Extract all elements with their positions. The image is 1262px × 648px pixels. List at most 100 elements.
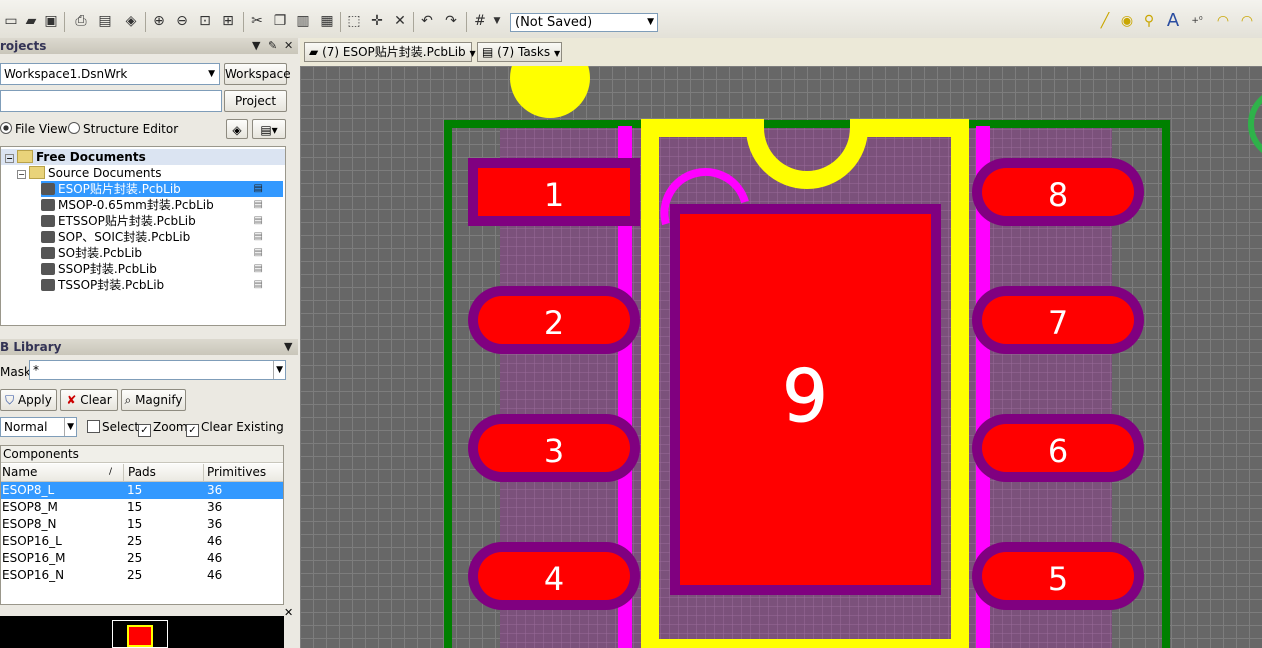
- document-icon: ▤: [253, 183, 263, 194]
- undo-icon[interactable]: ↶: [418, 12, 436, 30]
- save-icon[interactable]: ▣: [42, 12, 60, 30]
- status-combo[interactable]: (Not Saved) ▼: [510, 13, 658, 32]
- workspace-button[interactable]: Workspace: [224, 63, 291, 85]
- place-via-icon[interactable]: ⚲: [1140, 12, 1158, 30]
- chevron-down-icon[interactable]: ▼: [647, 14, 654, 31]
- tree-folder-label: Source Documents: [48, 166, 162, 180]
- table-row[interactable]: ESOP8_N 15 36: [1, 516, 283, 533]
- document-icon: ▤: [253, 215, 263, 226]
- chevron-down-icon[interactable]: ▼: [64, 418, 74, 436]
- center-pad-number: 9: [782, 354, 828, 438]
- grid-dropdown-icon[interactable]: ▼: [488, 12, 506, 30]
- clear-button[interactable]: ✘ Clear: [60, 389, 118, 411]
- panel-menu-icon[interactable]: ▼: [252, 38, 260, 54]
- cell-primitives: 46: [207, 568, 223, 582]
- rubber-stamp-icon[interactable]: ▦: [318, 12, 336, 30]
- chevron-down-icon[interactable]: ▼: [554, 49, 560, 58]
- viewer-frame: [112, 620, 168, 648]
- close-icon[interactable]: ✕: [284, 606, 293, 619]
- checkbox-unchecked-icon[interactable]: [87, 420, 100, 433]
- mode-select[interactable]: Normal ▼: [0, 417, 77, 437]
- tree-item-label: SO封装.PcbLib: [58, 246, 142, 260]
- deselect-icon[interactable]: ✕: [391, 12, 409, 30]
- paste-icon[interactable]: ▥: [294, 12, 312, 30]
- magnify-button[interactable]: ⌕ Magnify: [121, 389, 186, 411]
- zoom-fit-icon[interactable]: ⊞: [219, 12, 237, 30]
- pcb-canvas[interactable]: 9 1 2 3 4 8 7 6 5: [300, 66, 1262, 648]
- tree-item-label: MSOP-0.65mm封装.PcbLib: [58, 198, 214, 212]
- project-input[interactable]: [0, 90, 222, 112]
- table-row[interactable]: ESOP8_L 15 36: [1, 482, 283, 499]
- tree-item-label: ESOP贴片封装.PcbLib: [58, 182, 181, 196]
- grid-icon[interactable]: #: [471, 12, 489, 30]
- zoom-in-icon[interactable]: ⊕: [150, 12, 168, 30]
- collapse-icon[interactable]: −: [17, 170, 26, 179]
- column-header-name[interactable]: Name: [2, 464, 37, 481]
- select-checkbox[interactable]: Select: [87, 420, 139, 434]
- open-folder-icon[interactable]: ▰: [22, 12, 40, 30]
- column-header-pads[interactable]: Pads: [128, 464, 156, 481]
- file-view-radio[interactable]: File View: [0, 122, 67, 136]
- workspace-combo[interactable]: Workspace1.DsnWrk ▼: [0, 63, 220, 85]
- clear-existing-checkbox[interactable]: ✓ Clear Existing: [186, 420, 284, 437]
- tree-item-esop[interactable]: ESOP贴片封装.PcbLib ▤: [41, 181, 283, 197]
- status-combo-value: (Not Saved): [515, 15, 593, 30]
- radio-unchecked-icon[interactable]: [68, 122, 80, 134]
- apply-button-label: Apply: [17, 393, 52, 407]
- radio-checked-icon[interactable]: [0, 122, 12, 134]
- left-panel: rojects ▼ ✎ ✕ Workspace1.DsnWrk ▼ Worksp…: [0, 38, 301, 648]
- tree-item-sop-soic[interactable]: SOP、SOIC封装.PcbLib ▤: [41, 229, 283, 245]
- tree-item-msop[interactable]: MSOP-0.65mm封装.PcbLib ▤: [41, 197, 283, 213]
- tree-item-ssop[interactable]: SSOP封装.PcbLib ▤: [41, 261, 283, 277]
- panel-menu-icon[interactable]: ▼: [284, 339, 292, 355]
- structure-editor-radio[interactable]: Structure Editor: [68, 122, 178, 136]
- grid-column-headers: Name / Pads Primitives: [1, 464, 283, 482]
- checkbox-checked-icon[interactable]: ✓: [186, 424, 199, 437]
- project-button[interactable]: Project: [224, 90, 287, 112]
- table-row[interactable]: ESOP16_L 25 46: [1, 533, 283, 550]
- tree-item-tssop[interactable]: TSSOP封装.PcbLib ▤: [41, 277, 283, 293]
- print-preview-icon[interactable]: ▤: [96, 12, 114, 30]
- place-string-icon[interactable]: A: [1164, 12, 1182, 30]
- table-row[interactable]: ESOP16_M 25 46: [1, 550, 283, 567]
- copy-icon[interactable]: ❐: [271, 12, 289, 30]
- tree-item-so[interactable]: SO封装.PcbLib ▤: [41, 245, 283, 261]
- cut-icon[interactable]: ✂: [248, 12, 266, 30]
- arc-center-icon[interactable]: ◠: [1214, 12, 1232, 30]
- chevron-down-icon[interactable]: ▼: [470, 49, 476, 58]
- apply-button[interactable]: ⛉ Apply: [0, 389, 57, 411]
- chevron-down-icon[interactable]: ▼: [273, 361, 283, 379]
- table-row[interactable]: ESOP8_M 15 36: [1, 499, 283, 516]
- document-actions-button[interactable]: ▤▾: [252, 119, 286, 139]
- layers-icon[interactable]: ◈: [122, 12, 140, 30]
- pin-icon[interactable]: ✎: [268, 38, 277, 54]
- zoom-checkbox[interactable]: ✓ Zoom: [138, 420, 188, 437]
- clear-icon: ✘: [66, 393, 77, 407]
- column-header-primitives[interactable]: Primitives: [207, 464, 266, 481]
- tree-root-free-documents[interactable]: − Free Documents: [1, 149, 285, 165]
- tree-item-etssop[interactable]: ETSSOP贴片封装.PcbLib ▤: [41, 213, 283, 229]
- zoom-area-icon[interactable]: ⊡: [196, 12, 214, 30]
- close-icon[interactable]: ✕: [284, 38, 293, 54]
- select-area-icon[interactable]: ⬚: [345, 12, 363, 30]
- mini-viewer[interactable]: [0, 616, 284, 648]
- table-row[interactable]: ESOP16_N 25 46: [1, 567, 283, 584]
- tab-document[interactable]: ▰ (7) ESOP贴片封装.PcbLib ▼: [304, 42, 476, 62]
- checkbox-checked-icon[interactable]: ✓: [138, 424, 151, 437]
- mask-input[interactable]: * ▼: [29, 360, 286, 380]
- new-icon[interactable]: ▭: [2, 12, 20, 30]
- move-icon[interactable]: ✛: [368, 12, 386, 30]
- arc-edge-icon[interactable]: ◠: [1238, 12, 1256, 30]
- place-pad-icon[interactable]: ◉: [1118, 12, 1136, 30]
- chevron-down-icon[interactable]: ▼: [208, 64, 215, 84]
- document-icon: ▤: [253, 263, 263, 274]
- redo-icon[interactable]: ↷: [442, 12, 460, 30]
- collapse-icon[interactable]: −: [5, 154, 14, 163]
- tab-tasks[interactable]: ▤ (7) Tasks ▼: [477, 42, 562, 62]
- project-options-button[interactable]: ◈: [226, 119, 248, 139]
- zoom-out-icon[interactable]: ⊖: [173, 12, 191, 30]
- set-origin-icon[interactable]: +⁰: [1188, 12, 1206, 30]
- place-line-icon[interactable]: ╱: [1096, 12, 1114, 30]
- print-icon[interactable]: ⎙: [72, 12, 90, 30]
- tree-folder-source-documents[interactable]: − Source Documents: [17, 165, 161, 181]
